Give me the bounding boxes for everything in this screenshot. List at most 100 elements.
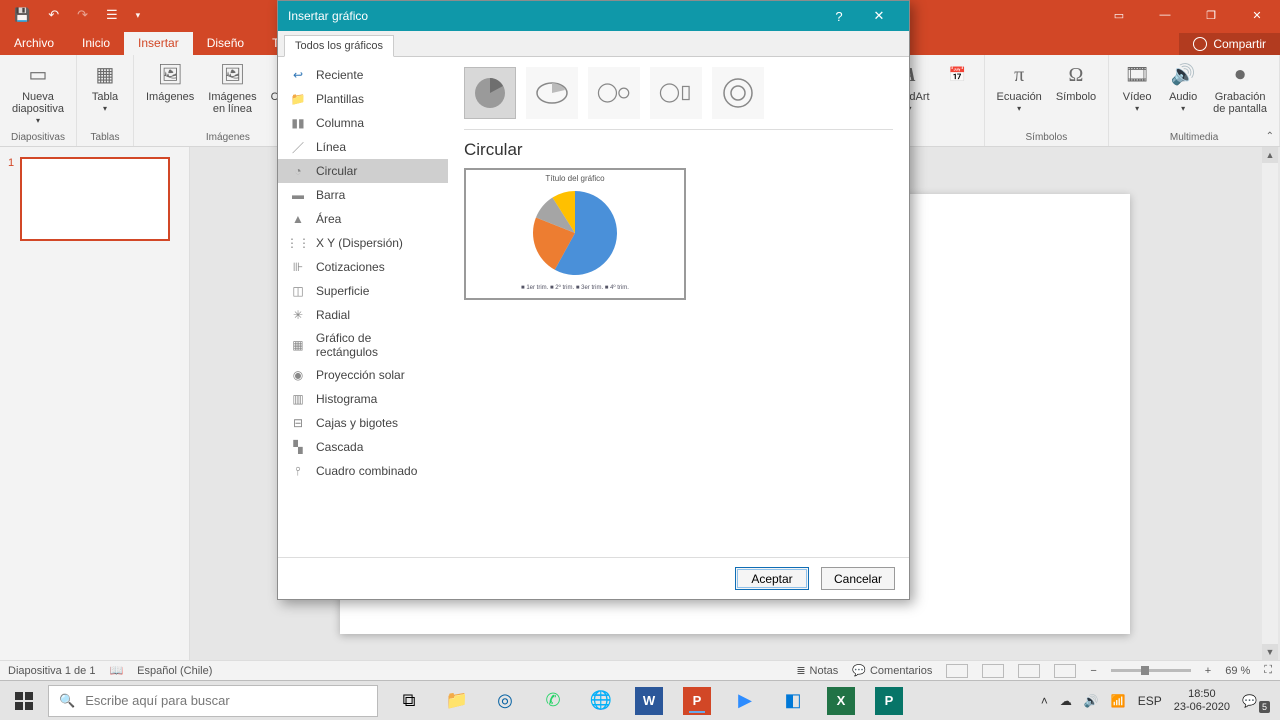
share-button[interactable]: Compartir xyxy=(1179,33,1280,55)
tab-archivo[interactable]: Archivo xyxy=(0,32,68,55)
dialog-close-icon[interactable]: ✕ xyxy=(859,8,899,24)
comment-icon: 💬 xyxy=(852,664,866,677)
category-proyeccion-solar[interactable]: ◉Proyección solar xyxy=(278,363,448,387)
person-icon xyxy=(1193,37,1207,51)
category-area[interactable]: ▲Área xyxy=(278,207,448,231)
picture-icon: 🖼 xyxy=(156,61,184,89)
tab-inicio[interactable]: Inicio xyxy=(68,32,124,55)
category-plantillas[interactable]: 📁Plantillas xyxy=(278,87,448,111)
word-icon[interactable]: W xyxy=(635,687,663,715)
images-button[interactable]: 🖼 Imágenes xyxy=(142,59,198,105)
slideshow-button[interactable] xyxy=(1054,664,1076,678)
tab-diseno[interactable]: Diseño xyxy=(193,32,258,55)
zoom-in-button[interactable]: + xyxy=(1205,665,1211,677)
notes-button[interactable]: ≣Notas xyxy=(796,664,838,677)
video-button[interactable]: 🎞 Vídeo ▾ xyxy=(1117,59,1157,116)
zoom-slider[interactable] xyxy=(1111,669,1191,672)
undo-icon[interactable]: ↶ xyxy=(48,7,59,23)
tab-insertar[interactable]: Insertar xyxy=(124,32,193,55)
subtype-doughnut[interactable] xyxy=(712,67,764,119)
file-explorer-icon[interactable]: 📁 xyxy=(434,681,480,721)
task-view-button[interactable]: ⧉ xyxy=(386,681,432,721)
dialog-help-icon[interactable]: ? xyxy=(819,9,859,24)
tab-all-charts[interactable]: Todos los gráficos xyxy=(284,35,394,57)
edge-icon[interactable]: ◧ xyxy=(770,681,816,721)
normal-view-button[interactable] xyxy=(946,664,968,678)
slide-preview[interactable] xyxy=(20,157,170,241)
language-indicator[interactable]: Español (Chile) xyxy=(137,665,212,677)
online-images-button[interactable]: 🖼 Imágenes en línea xyxy=(204,59,260,117)
subtype-bar-of-pie[interactable] xyxy=(650,67,702,119)
scroll-down-icon[interactable]: ▼ xyxy=(1262,644,1278,660)
taskbar-search[interactable]: 🔍 Escribe aquí para buscar xyxy=(48,685,378,717)
zoom-level[interactable]: 69 % xyxy=(1225,665,1250,677)
minimize-icon[interactable]: — xyxy=(1142,0,1188,30)
equation-button[interactable]: π Ecuación ▾ xyxy=(993,59,1046,116)
zoom-out-button[interactable]: − xyxy=(1090,665,1096,677)
wifi-icon[interactable]: 📶 xyxy=(1111,694,1126,708)
category-cajas[interactable]: ⊟Cajas y bigotes xyxy=(278,411,448,435)
subtype-pie[interactable] xyxy=(464,67,516,119)
taskbar-clock[interactable]: 18:50 23-06-2020 xyxy=(1174,688,1230,712)
tray-overflow-icon[interactable]: ˄ xyxy=(1041,694,1048,708)
category-linea[interactable]: ／Línea xyxy=(278,135,448,159)
category-reciente[interactable]: ↩Reciente xyxy=(278,63,448,87)
slide-thumbnail[interactable]: 1 xyxy=(8,157,181,241)
notification-badge: 5 xyxy=(1259,701,1270,713)
table-button[interactable]: ▦ Tabla ▾ xyxy=(85,59,125,116)
screen-recording-button[interactable]: ⏺ Grabación de pantalla xyxy=(1209,59,1271,117)
slide-sorter-button[interactable] xyxy=(982,664,1004,678)
cancel-button[interactable]: Cancelar xyxy=(821,567,895,590)
reading-view-button[interactable] xyxy=(1018,664,1040,678)
ribbon-display-icon[interactable]: ▭ xyxy=(1096,0,1142,30)
date-time-button[interactable]: 📅 xyxy=(940,59,976,91)
sunburst-chart-icon: ◉ xyxy=(290,367,306,383)
action-center-icon[interactable]: 💬 xyxy=(1242,694,1257,708)
folder-icon: 📁 xyxy=(290,91,306,107)
publisher-icon[interactable]: P xyxy=(875,687,903,715)
new-slide-button[interactable]: ▭ Nueva diapositiva ▾ xyxy=(8,59,68,128)
category-xy[interactable]: ⋮⋮X Y (Dispersión) xyxy=(278,231,448,255)
chart-preview[interactable]: Título del gráfico ■ 1er trim. ■ 2º trim… xyxy=(464,168,686,300)
qat-customize-icon[interactable]: ▾ xyxy=(136,10,141,21)
redo-icon[interactable]: ↷ xyxy=(77,7,88,23)
scroll-up-icon[interactable]: ▲ xyxy=(1262,147,1278,163)
chrome-icon[interactable]: 🌐 xyxy=(578,681,624,721)
volume-icon[interactable]: 🔊 xyxy=(1084,694,1099,708)
touch-mode-icon[interactable]: ☰ xyxy=(106,7,118,23)
excel-icon[interactable]: X xyxy=(827,687,855,715)
accept-button[interactable]: Aceptar xyxy=(735,567,809,590)
collapse-ribbon-icon[interactable]: ⌃ xyxy=(1266,131,1274,142)
restore-icon[interactable]: ❐ xyxy=(1188,0,1234,30)
comments-button[interactable]: 💬Comentarios xyxy=(852,664,932,677)
category-cascada[interactable]: ▚Cascada xyxy=(278,435,448,459)
close-icon[interactable]: ✕ xyxy=(1234,0,1280,30)
vertical-scrollbar[interactable]: ▲ ▼ xyxy=(1262,147,1278,660)
subtype-pie-of-pie[interactable] xyxy=(588,67,640,119)
category-circular[interactable]: ◔Circular xyxy=(278,159,448,183)
audio-button[interactable]: 🔊 Audio ▾ xyxy=(1163,59,1203,116)
ime-indicator[interactable]: ESP xyxy=(1138,694,1162,708)
spellcheck-icon[interactable]: 📖 xyxy=(109,664,123,677)
fit-to-window-button[interactable]: ⛶ xyxy=(1264,664,1272,677)
category-columna[interactable]: ▮▮Columna xyxy=(278,111,448,135)
symbol-button[interactable]: Ω Símbolo xyxy=(1052,59,1100,105)
category-cotizaciones[interactable]: ⊪Cotizaciones xyxy=(278,255,448,279)
start-button[interactable] xyxy=(0,681,48,721)
teamviewer-icon[interactable]: ◎ xyxy=(482,681,528,721)
category-superficie[interactable]: ◫Superficie xyxy=(278,279,448,303)
category-rectangulos[interactable]: ▦Gráfico de rectángulos xyxy=(278,327,448,363)
category-histograma[interactable]: ▥Histograma xyxy=(278,387,448,411)
windows-logo-icon xyxy=(15,692,33,710)
category-barra[interactable]: ▬Barra xyxy=(278,183,448,207)
save-icon[interactable]: 💾 xyxy=(14,7,30,23)
powerpoint-icon[interactable]: P xyxy=(683,687,711,715)
subtype-pie-3d[interactable] xyxy=(526,67,578,119)
whatsapp-icon[interactable]: ✆ xyxy=(530,681,576,721)
category-radial[interactable]: ✳Radial xyxy=(278,303,448,327)
window-controls: ▭ — ❐ ✕ xyxy=(1096,0,1280,30)
onedrive-icon[interactable]: ☁ xyxy=(1060,694,1072,708)
slide-thumbnails-pane[interactable]: 1 xyxy=(0,147,190,660)
zoom-icon[interactable]: ▶ xyxy=(722,681,768,721)
category-combinado[interactable]: ⫯Cuadro combinado xyxy=(278,459,448,483)
